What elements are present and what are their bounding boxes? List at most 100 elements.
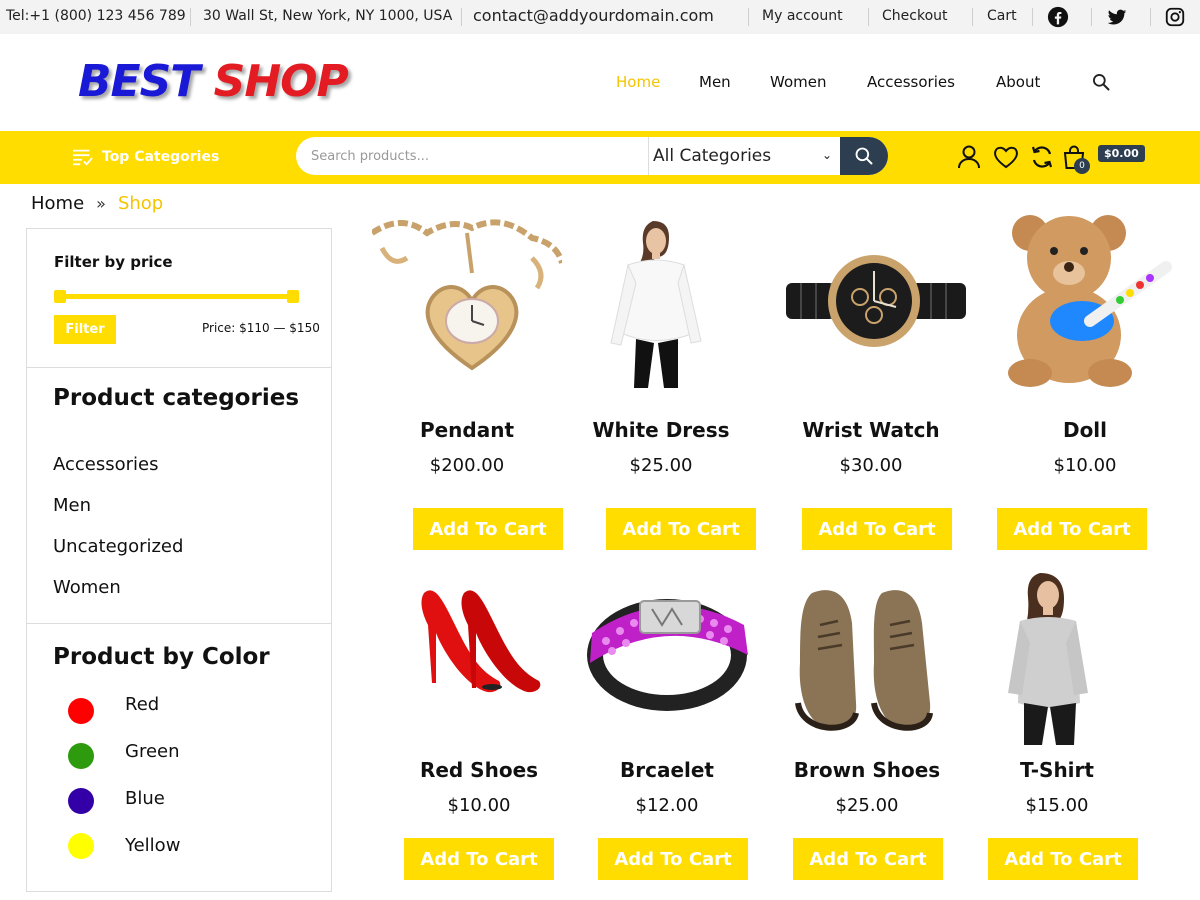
breadcrumb-home[interactable]: Home: [31, 193, 84, 214]
nav-about[interactable]: About: [996, 73, 1040, 91]
instagram-icon[interactable]: [1164, 6, 1186, 28]
top-categories-label: Top Categories: [102, 149, 220, 165]
wrist-watch-product-image[interactable]: [776, 203, 966, 388]
nav-men[interactable]: Men: [699, 73, 731, 91]
color-swatch-yellow[interactable]: [68, 833, 94, 859]
brown-shoes-product-image[interactable]: [772, 563, 962, 748]
compare-refresh-icon[interactable]: [1028, 143, 1056, 171]
search-submit-button[interactable]: [840, 137, 888, 175]
double-chevron-right-icon: »: [96, 194, 106, 213]
product-card: White Dress $25.00 Add To Cart: [566, 203, 756, 553]
nav-women[interactable]: Women: [770, 73, 826, 91]
teddy-bear-product-image[interactable]: [990, 203, 1180, 388]
facebook-icon[interactable]: [1047, 6, 1069, 28]
product-name[interactable]: Brown Shoes: [772, 758, 962, 782]
color-swatch-red[interactable]: [68, 698, 94, 724]
add-to-cart-button[interactable]: Add To Cart: [413, 508, 563, 550]
category-link-women[interactable]: Women: [53, 577, 121, 598]
product-by-color-title: Product by Color: [53, 644, 270, 670]
nav-home[interactable]: Home: [616, 73, 660, 91]
add-to-cart-button[interactable]: Add To Cart: [997, 508, 1147, 550]
product-name[interactable]: White Dress: [566, 418, 756, 442]
category-select[interactable]: All Categories ⌄: [648, 137, 838, 175]
search-icon[interactable]: [1091, 72, 1111, 92]
search-bar-strip: Top Categories All Categories ⌄ 0 $0.00: [0, 131, 1200, 184]
breadcrumb-current: Shop: [117, 193, 164, 214]
product-price: $12.00: [635, 795, 699, 816]
price-slider-max-handle[interactable]: [287, 290, 299, 303]
red-shoes-product-image[interactable]: [384, 563, 574, 748]
top-categories-toggle[interactable]: Top Categories: [72, 147, 219, 167]
product-price: $10.00: [1053, 455, 1117, 476]
divider: [748, 8, 749, 26]
color-label-yellow[interactable]: Yellow: [125, 835, 180, 856]
divider: [1091, 8, 1092, 26]
divider: [27, 623, 331, 624]
my-account-link[interactable]: My account: [762, 8, 843, 24]
product-name[interactable]: Wrist Watch: [776, 418, 966, 442]
divider: [972, 8, 973, 26]
user-account-icon[interactable]: [955, 143, 983, 171]
white-dress-product-image[interactable]: [566, 203, 756, 388]
filter-button[interactable]: Filter: [54, 315, 116, 344]
logo-word-best: BEST: [78, 56, 200, 107]
product-name[interactable]: Doll: [990, 418, 1180, 442]
add-to-cart-button[interactable]: Add To Cart: [988, 838, 1138, 880]
price-range-text: Price: $110 — $150: [202, 321, 320, 335]
divider: [190, 8, 191, 26]
product-price: $25.00: [629, 455, 693, 476]
pendant-product-image[interactable]: [372, 203, 562, 388]
add-to-cart-button[interactable]: Add To Cart: [793, 838, 943, 880]
nav-accessories[interactable]: Accessories: [867, 73, 955, 91]
product-price: $30.00: [839, 455, 903, 476]
shop-sidebar: Filter by price Filter Price: $110 — $15…: [26, 228, 332, 892]
product-card: Doll $10.00 Add To Cart: [990, 203, 1180, 553]
product-card: T-Shirt $15.00 Add To Cart: [962, 563, 1152, 883]
divider: [1150, 8, 1151, 26]
color-label-green[interactable]: Green: [125, 741, 180, 762]
product-price: $200.00: [429, 455, 505, 476]
checkout-link[interactable]: Checkout: [882, 8, 948, 24]
color-swatch-green[interactable]: [68, 743, 94, 769]
divider: [27, 367, 331, 368]
category-link-men[interactable]: Men: [53, 495, 91, 516]
price-slider-track[interactable]: [57, 294, 295, 299]
wishlist-heart-icon[interactable]: [992, 143, 1020, 171]
search-icon: [855, 147, 873, 165]
product-price: $15.00: [1025, 795, 1089, 816]
email-link[interactable]: contact@addyourdomain.com: [473, 6, 714, 25]
divider: [461, 8, 462, 26]
color-swatch-blue[interactable]: [68, 788, 94, 814]
product-name[interactable]: Brcaelet: [572, 758, 762, 782]
chevron-down-icon: ⌄: [821, 148, 832, 162]
product-name[interactable]: Pendant: [372, 418, 562, 442]
price-filter-title: Filter by price: [54, 253, 173, 271]
product-card: Brown Shoes $25.00 Add To Cart: [772, 563, 962, 883]
address-text: 30 Wall St, New York, NY 1000, USA: [203, 8, 453, 24]
add-to-cart-button[interactable]: Add To Cart: [598, 838, 748, 880]
divider: [868, 8, 869, 26]
product-price: $25.00: [835, 795, 899, 816]
product-search-form: All Categories ⌄: [296, 137, 888, 175]
add-to-cart-button[interactable]: Add To Cart: [606, 508, 756, 550]
bracelet-product-image[interactable]: [572, 563, 762, 748]
product-name[interactable]: Red Shoes: [384, 758, 574, 782]
product-name[interactable]: T-Shirt: [962, 758, 1152, 782]
price-slider-min-handle[interactable]: [54, 290, 66, 303]
add-to-cart-button[interactable]: Add To Cart: [404, 838, 554, 880]
product-price: $10.00: [447, 795, 511, 816]
product-search-input[interactable]: [296, 137, 648, 175]
t-shirt-product-image[interactable]: [962, 563, 1152, 748]
category-link-uncategorized[interactable]: Uncategorized: [53, 536, 183, 557]
color-label-blue[interactable]: Blue: [125, 788, 165, 809]
site-logo[interactable]: BEST SHOP: [78, 56, 349, 107]
add-to-cart-button[interactable]: Add To Cart: [802, 508, 952, 550]
phone-text: Tel:+1 (800) 123 456 789: [6, 8, 186, 24]
color-label-red[interactable]: Red: [125, 694, 159, 715]
twitter-icon[interactable]: [1106, 6, 1128, 28]
product-categories-title: Product categories: [53, 385, 300, 411]
category-link-accessories[interactable]: Accessories: [53, 454, 159, 475]
cart-count-badge: 0: [1074, 158, 1090, 174]
product-card: Wrist Watch $30.00 Add To Cart: [776, 203, 966, 553]
cart-link[interactable]: Cart: [987, 8, 1017, 24]
